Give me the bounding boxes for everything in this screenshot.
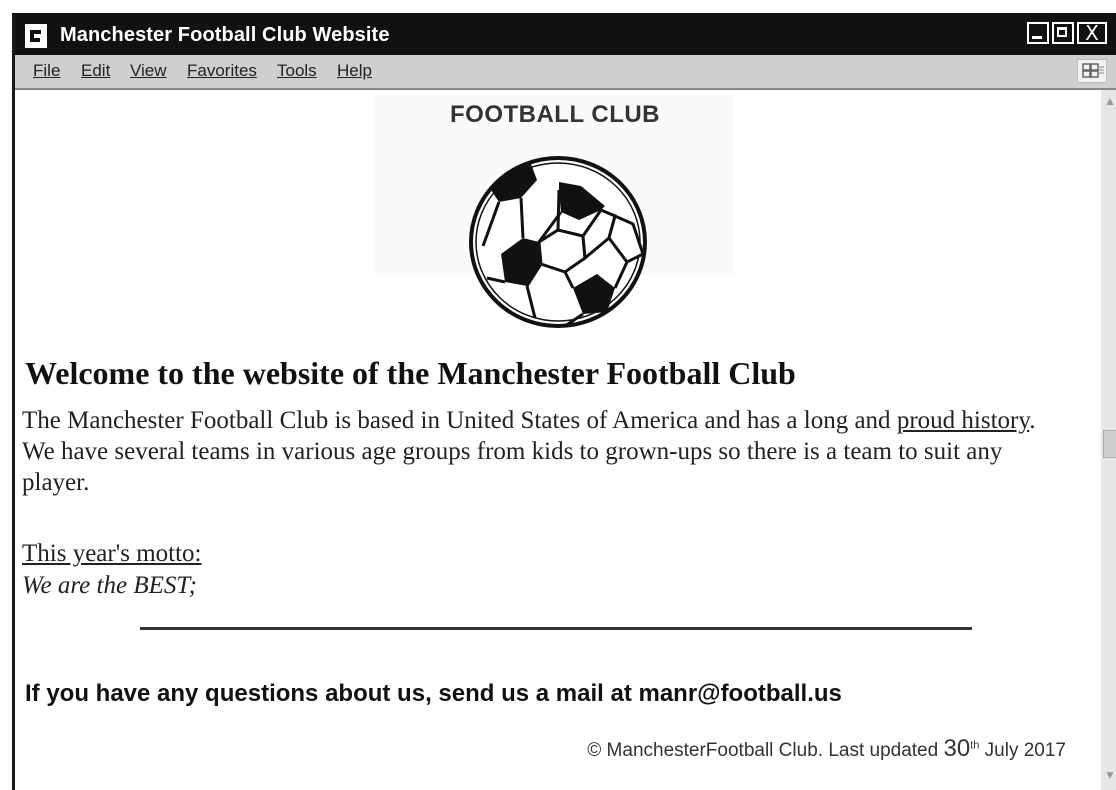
close-icon: X [1085,21,1099,45]
menu-tools[interactable]: Tools [277,61,317,81]
contact-text: If you have any questions about us, send… [25,680,842,707]
divider [140,627,972,630]
title-bar[interactable]: Manchester Football Club Website X [15,13,1116,55]
window-title: Manchester Football Club Website [60,24,390,46]
menu-file[interactable]: File [33,61,60,81]
close-button[interactable]: X [1077,21,1107,45]
menu-help[interactable]: Help [337,61,372,81]
windows-flag-icon [1077,59,1107,83]
motto-label: This year's motto: [22,540,202,567]
page-heading: Welcome to the website of the Manchester… [25,355,796,391]
proud-history-link[interactable]: proud history [897,407,1029,434]
minimize-icon [1032,36,1042,39]
menu-view[interactable]: View [130,61,167,81]
maximize-icon [1057,27,1067,37]
intro-paragraph: The Manchester Football Club is based in… [22,407,1036,496]
minimize-button[interactable] [1027,22,1049,44]
menu-edit[interactable]: Edit [81,61,110,81]
maximize-button[interactable] [1052,22,1074,44]
menu-favorites[interactable]: Favorites [187,61,257,81]
logo-text: FOOTBALL CLUB [449,101,661,128]
football-icon [455,150,655,337]
vertical-scrollbar[interactable]: ▲ ▼ [1101,90,1116,790]
scroll-down-icon[interactable]: ▼ [1102,768,1116,784]
motto-text: We are the BEST; [22,572,197,599]
menu-bar: File Edit View Favorites Tools Help [15,55,1116,90]
footer: © ManchesterFootball Club. Last updated … [587,735,1066,762]
scroll-thumb[interactable] [1103,430,1116,458]
browser-icon [25,24,47,48]
